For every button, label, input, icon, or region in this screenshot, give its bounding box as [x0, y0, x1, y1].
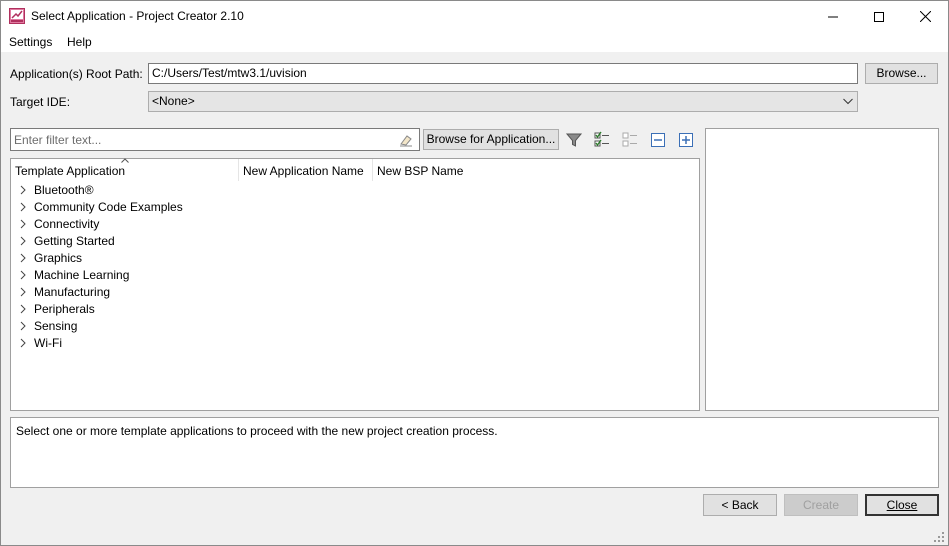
- column-label: New Application Name: [243, 164, 364, 178]
- tree-item[interactable]: Sensing: [11, 318, 691, 335]
- root-path-input[interactable]: C:/Users/Test/mtw3.1/uvision: [148, 63, 858, 84]
- chevron-right-icon[interactable]: [18, 202, 28, 212]
- tree-item-label: Peripherals: [34, 302, 95, 316]
- minimize-icon: [828, 16, 838, 17]
- target-ide-value: <None>: [152, 94, 195, 108]
- tree-item[interactable]: Community Code Examples: [11, 199, 691, 216]
- chevron-down-icon: [843, 98, 853, 105]
- tree-item-label: Getting Started: [34, 234, 115, 248]
- chevron-right-icon[interactable]: [18, 338, 28, 348]
- tree-item-label: Connectivity: [34, 217, 100, 231]
- column-new-application-name[interactable]: New Application Name: [239, 159, 373, 181]
- column-label: New BSP Name: [377, 164, 464, 178]
- root-path-label: Application(s) Root Path:: [10, 67, 143, 81]
- target-ide-select[interactable]: <None>: [148, 91, 858, 112]
- tree-item-label: Wi-Fi: [34, 336, 62, 350]
- deselect-all-icon[interactable]: [621, 131, 639, 149]
- template-tree[interactable]: Template Application New Application Nam…: [10, 158, 700, 411]
- sort-ascending-icon: [121, 158, 129, 163]
- application-window: Select Application - Project Creator 2.1…: [0, 0, 949, 546]
- title-bar[interactable]: Select Application - Project Creator 2.1…: [1, 1, 948, 32]
- tree-item-label: Community Code Examples: [34, 200, 183, 214]
- tree-item[interactable]: Manufacturing: [11, 284, 691, 301]
- menu-help[interactable]: Help: [67, 35, 92, 49]
- close-button[interactable]: Close: [865, 494, 939, 516]
- expand-all-icon[interactable]: [677, 131, 695, 149]
- chevron-right-icon[interactable]: [18, 185, 28, 195]
- browse-button[interactable]: Browse...: [865, 63, 938, 84]
- back-button[interactable]: < Back: [703, 494, 777, 516]
- window-title: Select Application - Project Creator 2.1…: [31, 9, 244, 23]
- maximize-button[interactable]: [856, 1, 902, 32]
- menu-settings[interactable]: Settings: [9, 35, 52, 49]
- chevron-right-icon[interactable]: [18, 287, 28, 297]
- maximize-icon: [874, 11, 884, 22]
- chevron-right-icon[interactable]: [18, 270, 28, 280]
- resize-grip-icon[interactable]: [934, 532, 945, 543]
- target-ide-label: Target IDE:: [10, 95, 71, 109]
- tree-item-label: Manufacturing: [34, 285, 111, 299]
- chevron-right-icon[interactable]: [18, 304, 28, 314]
- tree-item-label: Graphics: [34, 251, 83, 265]
- collapse-all-icon[interactable]: [649, 131, 667, 149]
- column-template-application[interactable]: Template Application: [11, 158, 239, 181]
- tree-item[interactable]: Graphics: [11, 250, 691, 267]
- close-icon: [919, 11, 931, 22]
- select-all-icon[interactable]: [593, 131, 611, 149]
- tree-item[interactable]: Connectivity: [11, 216, 691, 233]
- close-window-button[interactable]: [902, 1, 948, 32]
- tree-item[interactable]: Bluetooth®: [11, 182, 691, 199]
- project-creator-app-icon: [9, 8, 25, 24]
- tree-item[interactable]: Machine Learning: [11, 267, 691, 284]
- tree-item-label: Bluetooth®: [34, 183, 94, 197]
- minimize-button[interactable]: [810, 1, 856, 32]
- description-panel: [705, 128, 939, 411]
- filter-icon[interactable]: [565, 131, 583, 149]
- column-new-bsp-name[interactable]: New BSP Name: [373, 159, 493, 181]
- browse-for-application-button[interactable]: Browse for Application...: [423, 129, 559, 150]
- filter-input[interactable]: Enter filter text...: [10, 128, 420, 151]
- filter-placeholder: Enter filter text...: [14, 133, 102, 147]
- chevron-right-icon[interactable]: [18, 236, 28, 246]
- column-label: Template Application: [15, 164, 126, 178]
- chevron-right-icon[interactable]: [18, 321, 28, 331]
- chevron-right-icon[interactable]: [18, 219, 28, 229]
- eraser-icon[interactable]: [399, 133, 413, 147]
- menu-bar: Settings Help: [1, 32, 948, 52]
- tree-item[interactable]: Peripherals: [11, 301, 691, 318]
- tree-header: Template Application New Application Nam…: [11, 158, 699, 181]
- status-panel: Select one or more template applications…: [10, 417, 939, 488]
- chevron-right-icon[interactable]: [18, 253, 28, 263]
- tree-item-label: Sensing: [34, 319, 78, 333]
- status-message: Select one or more template applications…: [16, 424, 498, 438]
- tree-item-label: Machine Learning: [34, 268, 130, 282]
- tree-item[interactable]: Getting Started: [11, 233, 691, 250]
- create-button[interactable]: Create: [784, 494, 858, 516]
- tree-item[interactable]: Wi-Fi: [11, 335, 691, 352]
